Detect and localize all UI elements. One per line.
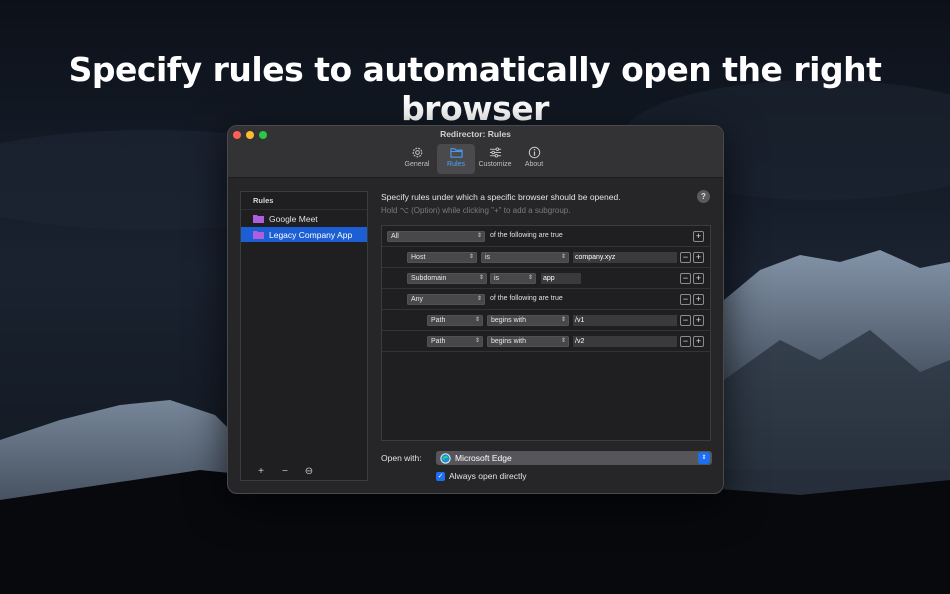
rule-row: Path ⇕ begins with ⇕ /v1 − + bbox=[382, 310, 710, 331]
updown-chevron-icon: ⇕ bbox=[560, 338, 566, 344]
updown-chevron-icon: ⇕ bbox=[698, 452, 710, 464]
operator-select[interactable]: is ⇕ bbox=[481, 252, 569, 263]
field-value: Path bbox=[431, 317, 446, 324]
remove-condition-button[interactable]: − bbox=[680, 294, 691, 305]
more-options-button[interactable]: ⊖ bbox=[297, 466, 321, 477]
always-open-checkbox[interactable]: ✓ bbox=[436, 471, 445, 481]
always-open-row[interactable]: ✓ Always open directly bbox=[436, 471, 526, 481]
updown-chevron-icon: ⇕ bbox=[474, 317, 480, 323]
add-condition-button[interactable]: + bbox=[693, 273, 704, 284]
tab-general-label: General bbox=[404, 161, 430, 168]
operator-value: begins with bbox=[491, 338, 527, 345]
remove-condition-button[interactable]: − bbox=[680, 252, 691, 263]
value-field[interactable]: app bbox=[541, 273, 581, 284]
remove-condition-button[interactable]: − bbox=[680, 336, 691, 347]
field-value: Path bbox=[431, 338, 446, 345]
add-condition-button[interactable]: + bbox=[693, 294, 704, 305]
tab-about-label: About bbox=[524, 161, 544, 168]
sidebar-footer: + − ⊖ bbox=[241, 463, 367, 480]
updown-chevron-icon: ⇕ bbox=[474, 338, 480, 344]
browser-select[interactable]: Microsoft Edge ⇕ bbox=[436, 451, 712, 465]
remove-condition-button[interactable]: − bbox=[680, 315, 691, 326]
rules-sidebar: Rules Google Meet Legacy Company App + −… bbox=[240, 191, 368, 481]
operator-value: begins with bbox=[491, 317, 527, 324]
quantifier-value: All bbox=[391, 233, 399, 240]
always-open-label: Always open directly bbox=[449, 471, 527, 481]
updown-chevron-icon: ⇕ bbox=[527, 275, 533, 281]
folder-icon bbox=[449, 148, 463, 158]
add-condition-button[interactable]: + bbox=[693, 315, 704, 326]
preferences-window: Redirector: Rules General Rules Customiz… bbox=[227, 125, 724, 494]
tab-customize-label: Customize bbox=[478, 161, 512, 168]
updown-chevron-icon: ⇕ bbox=[560, 254, 566, 260]
remove-rule-button[interactable]: − bbox=[273, 466, 297, 477]
value-field[interactable]: company.xyz bbox=[573, 252, 677, 263]
operator-select[interactable]: begins with ⇕ bbox=[487, 315, 569, 326]
updown-chevron-icon: ⇕ bbox=[560, 317, 566, 323]
add-condition-button[interactable]: + bbox=[693, 231, 704, 242]
rule-folder-icon bbox=[253, 231, 264, 239]
field-select[interactable]: Subdomain ⇕ bbox=[407, 273, 487, 284]
info-icon bbox=[528, 146, 540, 159]
tab-about[interactable]: About bbox=[515, 144, 553, 174]
add-condition-button[interactable]: + bbox=[693, 336, 704, 347]
window-titlebar: Redirector: Rules General Rules Customiz… bbox=[228, 126, 723, 178]
updown-chevron-icon: ⇕ bbox=[476, 296, 482, 302]
gear-icon bbox=[412, 147, 422, 158]
edge-browser-icon bbox=[440, 452, 451, 464]
tab-rules-label: Rules bbox=[447, 161, 465, 168]
value-field[interactable]: /v1 bbox=[573, 315, 677, 326]
rule-row: All ⇕ of the following are true + bbox=[382, 226, 710, 247]
operator-select[interactable]: begins with ⇕ bbox=[487, 336, 569, 347]
window-title: Redirector: Rules bbox=[440, 129, 511, 139]
add-rule-button[interactable]: + bbox=[249, 466, 273, 477]
group-suffix: of the following are true bbox=[490, 232, 563, 239]
toolbar-tabs: General Rules Customize About bbox=[398, 144, 554, 174]
sliders-icon bbox=[489, 147, 501, 158]
rule-row: Any ⇕ of the following are true − + bbox=[382, 289, 710, 310]
field-value: Host bbox=[411, 254, 426, 261]
field-select[interactable]: Path ⇕ bbox=[427, 336, 483, 347]
tab-customize[interactable]: Customize bbox=[476, 144, 514, 174]
updown-chevron-icon: ⇕ bbox=[476, 233, 482, 239]
rule-row: Path ⇕ begins with ⇕ /v2 − + bbox=[382, 331, 710, 352]
open-with-label: Open with: bbox=[381, 453, 422, 463]
field-select[interactable]: Path ⇕ bbox=[427, 315, 483, 326]
help-button[interactable]: ? bbox=[697, 190, 710, 203]
headline: Specify rules to automatically open the … bbox=[68, 50, 882, 128]
add-condition-button[interactable]: + bbox=[693, 252, 704, 263]
tab-rules[interactable]: Rules bbox=[437, 144, 475, 174]
sidebar-item-label: Legacy Company App bbox=[269, 229, 353, 240]
quantifier-value: Any bbox=[411, 296, 424, 303]
quantifier-select[interactable]: Any ⇕ bbox=[407, 294, 485, 305]
rule-editor: All ⇕ of the following are true + Host ⇕… bbox=[381, 225, 711, 441]
rule-row: Host ⇕ is ⇕ company.xyz − + bbox=[382, 247, 710, 268]
tab-general[interactable]: General bbox=[398, 144, 436, 174]
sidebar-header: Rules bbox=[241, 192, 367, 210]
browser-select-value: Microsoft Edge bbox=[455, 453, 512, 463]
operator-value: is bbox=[485, 254, 491, 261]
group-suffix: of the following are true bbox=[490, 295, 563, 302]
updown-chevron-icon: ⇕ bbox=[468, 254, 474, 260]
sidebar-item-google-meet[interactable]: Google Meet bbox=[241, 211, 367, 226]
rule-folder-icon bbox=[253, 215, 264, 223]
updown-chevron-icon: ⇕ bbox=[478, 275, 484, 281]
quantifier-select[interactable]: All ⇕ bbox=[387, 231, 485, 242]
operator-value: is bbox=[494, 275, 500, 282]
operator-select[interactable]: is ⇕ bbox=[490, 273, 536, 284]
sidebar-item-label: Google Meet bbox=[269, 213, 318, 224]
rules-description: Specify rules under which a specific bro… bbox=[381, 192, 621, 202]
remove-condition-button[interactable]: − bbox=[680, 273, 691, 284]
field-select[interactable]: Host ⇕ bbox=[407, 252, 477, 263]
rules-hint: Hold ⌥ (Option) while clicking "+" to ad… bbox=[381, 206, 571, 215]
sidebar-item-legacy-company-app[interactable]: Legacy Company App bbox=[241, 227, 367, 242]
field-value: Subdomain bbox=[411, 275, 447, 282]
value-field[interactable]: /v2 bbox=[573, 336, 677, 347]
rule-row: Subdomain ⇕ is ⇕ app − + bbox=[382, 268, 710, 289]
